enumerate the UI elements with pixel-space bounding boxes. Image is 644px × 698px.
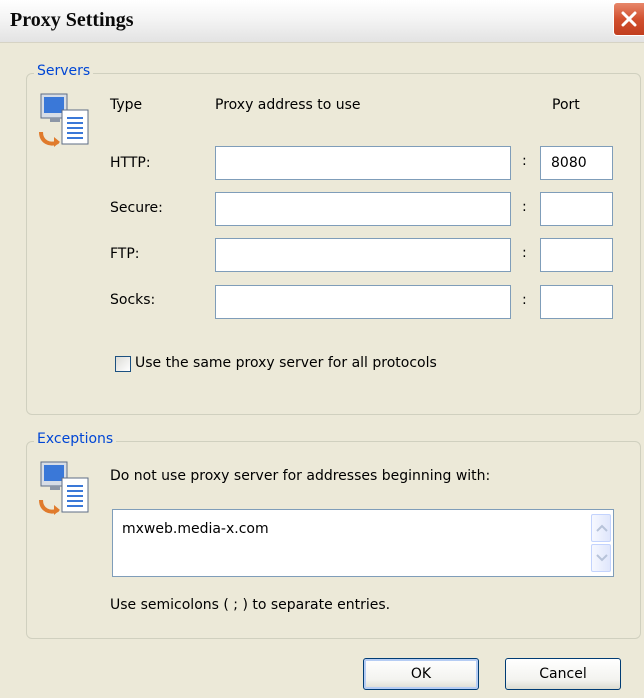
window-title: Proxy Settings bbox=[10, 9, 134, 31]
port-header: Port bbox=[552, 97, 580, 113]
secure-address-input[interactable] bbox=[215, 192, 511, 226]
socks-colon: : bbox=[522, 292, 527, 308]
ftp-port-input[interactable] bbox=[540, 238, 613, 272]
ftp-label: FTP: bbox=[110, 246, 140, 262]
same-proxy-label[interactable]: Use the same proxy server for all protoc… bbox=[135, 355, 437, 371]
ok-button[interactable]: OK bbox=[363, 658, 479, 690]
scroll-up-button[interactable] bbox=[591, 514, 611, 542]
secure-label: Secure: bbox=[110, 200, 163, 216]
exceptions-description: Do not use proxy server for addresses be… bbox=[110, 468, 491, 484]
address-header: Proxy address to use bbox=[215, 97, 361, 113]
secure-colon: : bbox=[522, 199, 527, 215]
exceptions-value: mxweb.media-x.com bbox=[122, 521, 269, 537]
exceptions-textarea[interactable]: mxweb.media-x.com bbox=[112, 509, 614, 577]
same-proxy-checkbox[interactable] bbox=[115, 356, 131, 372]
cancel-button[interactable]: Cancel bbox=[505, 658, 621, 690]
http-label: HTTP: bbox=[110, 155, 151, 171]
type-header: Type bbox=[110, 97, 143, 113]
secure-port-input[interactable] bbox=[540, 192, 613, 226]
socks-label: Socks: bbox=[110, 292, 156, 308]
servers-legend: Servers bbox=[34, 63, 94, 79]
socks-address-input[interactable] bbox=[215, 285, 511, 319]
exceptions-legend: Exceptions bbox=[34, 431, 117, 447]
http-address-input[interactable] bbox=[215, 146, 511, 180]
http-port-input[interactable]: 8080 bbox=[540, 146, 613, 180]
network-computer-icon bbox=[39, 461, 89, 515]
title-bar: Proxy Settings bbox=[0, 0, 644, 43]
scroll-down-button[interactable] bbox=[591, 544, 611, 572]
close-icon bbox=[621, 11, 637, 27]
ftp-colon: : bbox=[522, 245, 527, 261]
chevron-up-icon bbox=[596, 524, 608, 532]
network-computer-icon bbox=[39, 93, 89, 147]
http-colon: : bbox=[522, 153, 527, 169]
close-button[interactable] bbox=[613, 2, 644, 36]
ftp-address-input[interactable] bbox=[215, 238, 511, 272]
exceptions-hint: Use semicolons ( ; ) to separate entries… bbox=[110, 597, 391, 613]
socks-port-input[interactable] bbox=[540, 285, 613, 319]
chevron-down-icon bbox=[596, 554, 608, 562]
